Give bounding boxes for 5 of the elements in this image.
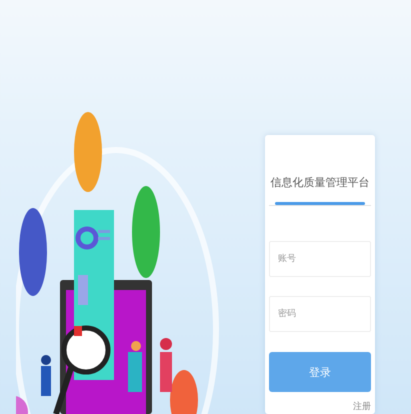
- input-field[interactable]: 账号: [269, 241, 371, 277]
- register-link[interactable]: 注册: [353, 400, 371, 413]
- platform-title: 信息化质量管理平台: [270, 175, 370, 190]
- input-field[interactable]: 密码: [269, 296, 371, 332]
- login-button[interactable]: 登录: [269, 352, 371, 392]
